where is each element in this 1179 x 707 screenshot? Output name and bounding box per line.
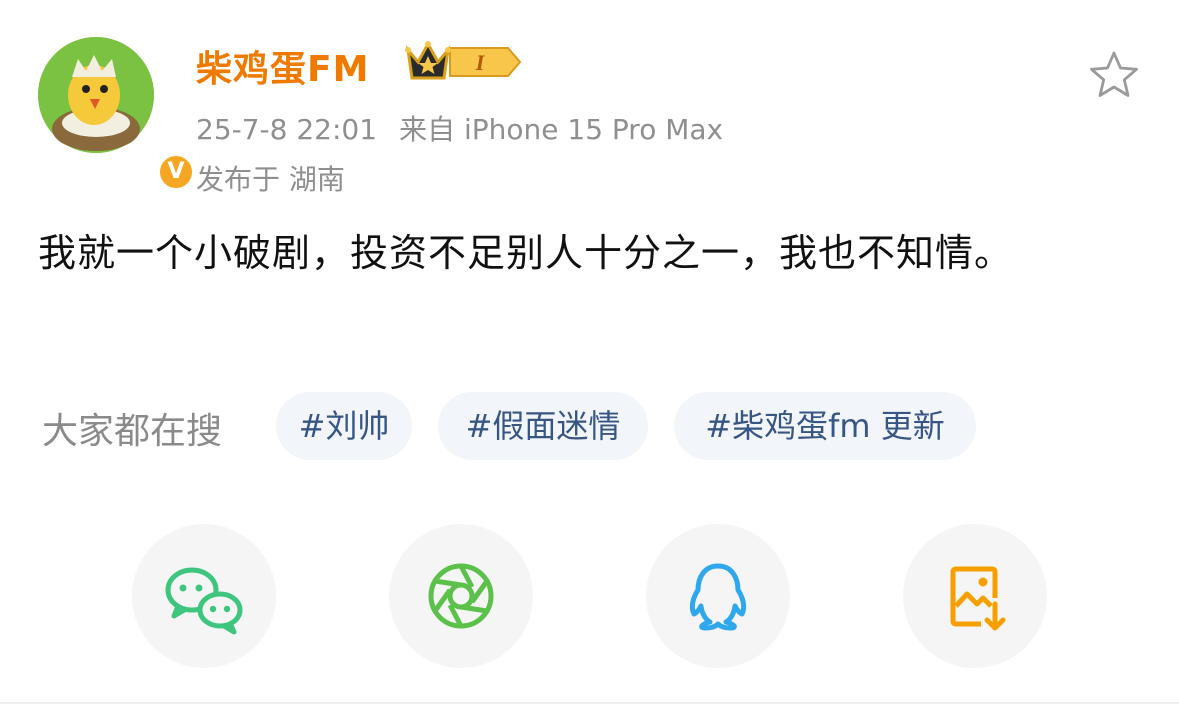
- favorite-button[interactable]: [1088, 50, 1140, 104]
- image-download-icon: [950, 566, 1006, 631]
- crown-icon: I: [405, 40, 522, 80]
- post-time: 25-7-8 22:01: [196, 113, 378, 146]
- share-wechat-button[interactable]: [132, 524, 276, 668]
- trending-search-label: 大家都在搜: [42, 411, 223, 452]
- share-moments-button[interactable]: [389, 524, 533, 668]
- share-qq-button[interactable]: [646, 524, 790, 668]
- level-number: I: [475, 50, 486, 75]
- post-text: 我就一个小破剧，投资不足别人十分之一，我也不知情。: [38, 231, 1014, 275]
- post-location: 发布于 湖南: [196, 163, 345, 196]
- divider: [0, 702, 1179, 704]
- share-save-image-button[interactable]: [903, 524, 1047, 668]
- wechat-icon: [165, 567, 243, 635]
- moments-aperture-icon: [428, 563, 494, 629]
- member-level-badge[interactable]: I: [404, 40, 524, 88]
- verified-badge: V: [156, 152, 196, 192]
- search-tag-2[interactable]: #假面迷情: [438, 392, 648, 460]
- search-tag-1[interactable]: #刘帅: [276, 392, 412, 460]
- star-icon: [1090, 51, 1138, 97]
- avatar[interactable]: V: [38, 37, 196, 192]
- username[interactable]: 柴鸡蛋FM: [196, 40, 369, 92]
- search-tag-3[interactable]: #柴鸡蛋fm 更新: [674, 392, 976, 460]
- qq-penguin-icon: [689, 563, 747, 631]
- post-source: 来自 iPhone 15 Pro Max: [399, 113, 724, 146]
- post-meta: 25-7-8 22:01 来自 iPhone 15 Pro Max: [196, 108, 723, 148]
- chick-avatar-icon: [38, 37, 154, 153]
